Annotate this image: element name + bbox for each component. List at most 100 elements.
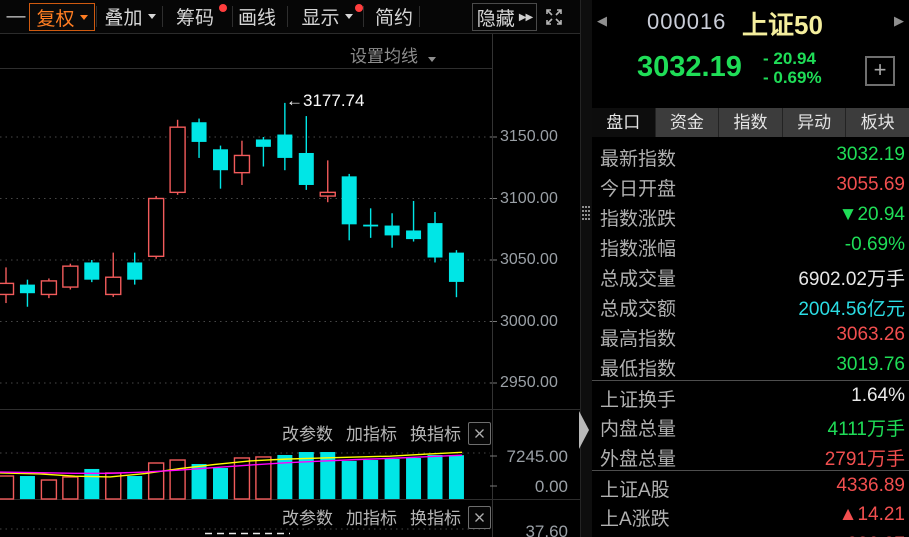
display-label: 显示 bbox=[301, 8, 340, 29]
quote-row-label: 最高指数 bbox=[600, 329, 677, 350]
y-axis-label: 3050.00 bbox=[500, 251, 558, 268]
quote-row: 上证B股236.07 bbox=[592, 530, 909, 537]
quote-row: 上A涨跌 ▲14.21 bbox=[592, 500, 909, 530]
edit-params-link[interactable]: 改参数 bbox=[282, 504, 333, 529]
quote-row-value: 2791万手 bbox=[824, 449, 905, 470]
quote-row-value: ▲14.21 bbox=[838, 504, 905, 525]
indicator-panel-header: 改参数 加指标 换指标 bbox=[0, 504, 461, 529]
draw-line-label: 画线 bbox=[237, 8, 276, 29]
draw-line-button[interactable]: 画线 bbox=[233, 0, 281, 33]
change-value: - 20.94 bbox=[763, 49, 816, 68]
toolbar-divider bbox=[419, 6, 420, 27]
quote-row-value: ▼20.94 bbox=[838, 204, 905, 225]
quote-row: 最新指数 3032.19 bbox=[592, 140, 909, 170]
hide-panel-button[interactable]: 隐藏 ▶▶ bbox=[472, 3, 537, 31]
tab-板块[interactable]: 板块 bbox=[846, 108, 909, 137]
quote-panel: ◀ 000016 上证50 ▶ 3032.19 - 20.94 - 0.69% … bbox=[592, 0, 909, 537]
quote-row: 总成交额 2004.56亿元 bbox=[592, 290, 909, 320]
y-axis-label: 3150.00 bbox=[500, 128, 558, 145]
notification-dot bbox=[355, 4, 363, 12]
chevron-down-icon bbox=[147, 14, 156, 19]
quote-row: 外盘总量 2791万手 bbox=[592, 440, 909, 470]
quote-row: 最高指数 3063.26 bbox=[592, 320, 909, 350]
quote-row-label: 总成交额 bbox=[600, 299, 677, 320]
chevron-down-icon bbox=[427, 57, 436, 62]
quote-row: 指数涨幅 -0.69% bbox=[592, 230, 909, 260]
expand-icon bbox=[546, 9, 562, 25]
y-axis-label: 3100.00 bbox=[500, 190, 558, 207]
y-axis-label: 3000.00 bbox=[500, 313, 558, 330]
quote-row-label: 今日开盘 bbox=[600, 179, 677, 200]
collapse-arrow-icon[interactable] bbox=[579, 411, 589, 449]
volume-axis-min-label: 0.00 bbox=[534, 477, 568, 496]
quote-row-label: 最低指数 bbox=[600, 359, 677, 380]
quote-row-value: -0.69% bbox=[844, 234, 905, 255]
quote-rows: 最新指数 3032.19 今日开盘 3055.69 指数涨跌 ▼20.94 指数涨幅 -0.6… bbox=[592, 140, 909, 537]
hide-panel-label: 隐藏 bbox=[476, 8, 515, 30]
splitter-grip-icon[interactable] bbox=[582, 206, 584, 208]
ma-settings-label: 设置均线 bbox=[350, 47, 418, 66]
toolbar-divider bbox=[96, 6, 97, 27]
edit-params-link[interactable]: 改参数 bbox=[282, 420, 333, 445]
quote-row: 内盘总量 4111万手 bbox=[592, 410, 909, 440]
volume-panel-header: 改参数 加指标 换指标 bbox=[0, 420, 461, 445]
change-percent: - 0.69% bbox=[763, 68, 822, 87]
quote-row-value: 3055.69 bbox=[836, 174, 905, 195]
simple-mode-label: 简约 bbox=[374, 8, 413, 29]
minimize-button[interactable]: — bbox=[6, 0, 26, 33]
add-to-watchlist-button[interactable]: + bbox=[865, 56, 895, 86]
quote-row-value: 3032.19 bbox=[836, 144, 905, 165]
double-arrow-icon: ▶▶ bbox=[518, 11, 533, 23]
notification-dot bbox=[219, 4, 227, 12]
stock-app-window: — 复权 叠加 筹码 画线 显示 简约 隐藏 ▶▶ 设置均线 ←3177.74 … bbox=[0, 0, 909, 537]
prev-stock-arrow[interactable]: ◀ bbox=[597, 13, 607, 29]
quote-row-value: 1.64% bbox=[851, 385, 905, 406]
quote-row: 最低指数 3019.76 bbox=[592, 350, 909, 380]
quote-row-label: 最新指数 bbox=[600, 149, 677, 170]
adjust-price-button[interactable]: 复权 bbox=[29, 3, 95, 31]
stock-code: 000016 bbox=[647, 9, 727, 34]
quote-row-label: 上证A股 bbox=[600, 480, 670, 501]
toolbar-divider bbox=[162, 6, 163, 27]
quote-row-label: 内盘总量 bbox=[600, 419, 677, 440]
quote-row: 今日开盘 3055.69 bbox=[592, 170, 909, 200]
quote-row-value: 4111万手 bbox=[827, 419, 905, 440]
fullscreen-button[interactable] bbox=[545, 8, 563, 26]
tab-资金[interactable]: 资金 bbox=[656, 108, 720, 137]
tab-指数[interactable]: 指数 bbox=[719, 108, 783, 137]
chevron-down-icon bbox=[344, 14, 353, 19]
add-indicator-link[interactable]: 加指标 bbox=[346, 504, 397, 529]
quote-row-label: 上A涨跌 bbox=[600, 509, 670, 530]
indicator-axis-label: 37.60 bbox=[525, 522, 568, 537]
add-indicator-link[interactable]: 加指标 bbox=[346, 420, 397, 445]
close-icon bbox=[475, 429, 484, 438]
quote-row-label: 指数涨跌 bbox=[600, 209, 677, 230]
quote-row-value: 6902.02万手 bbox=[798, 269, 905, 290]
volume-axis-max-label: 7245.00 bbox=[506, 447, 568, 466]
quote-row-label: 上证换手 bbox=[600, 390, 677, 411]
overlay-button[interactable]: 叠加 bbox=[100, 0, 160, 33]
quote-row: 上证A股 4336.89 bbox=[592, 470, 909, 501]
high-price-annotation: ←3177.74 bbox=[286, 91, 365, 110]
current-price: 3032.19 bbox=[637, 51, 742, 83]
switch-indicator-link[interactable]: 换指标 bbox=[410, 420, 461, 445]
quote-row-value: 2004.56亿元 bbox=[798, 299, 905, 320]
toolbar-divider bbox=[363, 6, 364, 27]
tab-异动[interactable]: 异动 bbox=[783, 108, 847, 137]
quote-tabs: 盘口 资金 指数 异动 板块 bbox=[592, 108, 909, 137]
close-volume-panel-button[interactable] bbox=[468, 422, 491, 445]
simple-mode-button[interactable]: 简约 bbox=[370, 0, 418, 33]
ma-settings-dropdown[interactable]: 设置均线 bbox=[350, 42, 436, 67]
tab-盘口[interactable]: 盘口 bbox=[592, 108, 656, 137]
quote-row-label: 外盘总量 bbox=[600, 449, 677, 470]
chip-distribution-button[interactable]: 筹码 bbox=[166, 0, 227, 33]
price-change: - 20.94 - 0.69% bbox=[763, 49, 822, 87]
display-button[interactable]: 显示 bbox=[294, 0, 363, 33]
overlay-label: 叠加 bbox=[104, 8, 143, 29]
quote-row: 上证换手 1.64% bbox=[592, 380, 909, 411]
quote-row: 指数涨跌 ▼20.94 bbox=[592, 200, 909, 230]
toolbar-divider bbox=[287, 6, 288, 27]
next-stock-arrow[interactable]: ▶ bbox=[894, 13, 904, 29]
chip-distribution-label: 筹码 bbox=[175, 8, 214, 29]
quote-row-value: 4336.89 bbox=[836, 475, 905, 496]
